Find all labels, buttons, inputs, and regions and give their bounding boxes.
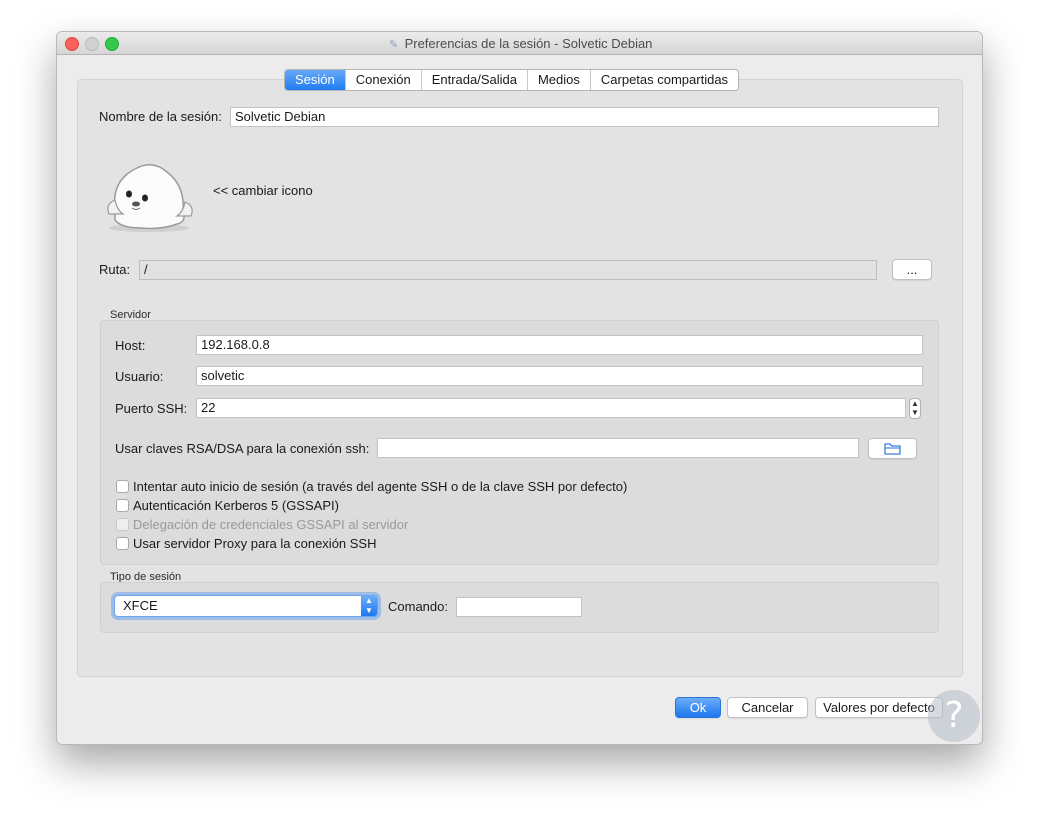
- command-label: Comando:: [388, 599, 448, 614]
- tab-bar: Sesión Conexión Entrada/Salida Medios Ca…: [284, 69, 740, 91]
- seal-avatar-icon[interactable]: [101, 150, 197, 234]
- chevron-updown-icon: ▲ ▼: [361, 596, 377, 616]
- host-label: Host:: [115, 338, 146, 353]
- session-preferences-window: ✎ Preferencias de la sesión - Solvetic De…: [56, 31, 983, 745]
- gssapi-delegation-checkbox: [116, 518, 129, 531]
- title-bar: ✎ Preferencias de la sesión - Solvetic De…: [57, 32, 982, 55]
- tab-carpetas-compartidas[interactable]: Carpetas compartidas: [591, 70, 738, 90]
- gssapi-delegation-label: Delegación de credenciales GSSAPI al ser…: [133, 517, 409, 532]
- session-name-label: Nombre de la sesión:: [99, 109, 222, 124]
- kerberos-label: Autenticación Kerberos 5 (GSSAPI): [133, 498, 339, 513]
- cancel-button[interactable]: Cancelar: [727, 697, 808, 718]
- tab-sesion[interactable]: Sesión: [285, 70, 346, 90]
- auto-login-label: Intentar auto inicio de sesión (a través…: [133, 479, 628, 494]
- ok-button[interactable]: Ok: [675, 697, 721, 718]
- help-icon: ?: [928, 690, 980, 742]
- browse-keys-button[interactable]: [868, 438, 917, 459]
- tab-conexion[interactable]: Conexión: [346, 70, 422, 90]
- user-label: Usuario:: [115, 369, 164, 384]
- rsa-keys-input[interactable]: [377, 438, 859, 458]
- browse-path-button[interactable]: ...: [892, 259, 932, 280]
- proxy-checkbox[interactable]: [116, 537, 129, 550]
- change-icon-link[interactable]: << cambiar icono: [213, 183, 313, 198]
- rsa-keys-label: Usar claves RSA/DSA para la conexión ssh…: [115, 441, 370, 456]
- kerberos-checkbox[interactable]: [116, 499, 129, 512]
- user-input[interactable]: solvetic: [196, 366, 923, 386]
- auto-login-checkbox[interactable]: [116, 480, 129, 493]
- window-title-area: ✎ Preferencias de la sesión - Solvetic De…: [57, 36, 982, 51]
- tab-entrada-salida[interactable]: Entrada/Salida: [422, 70, 528, 90]
- host-input[interactable]: 192.168.0.8: [196, 335, 923, 355]
- ssh-port-input[interactable]: 22: [196, 398, 906, 418]
- proxy-label: Usar servidor Proxy para la conexión SSH: [133, 536, 377, 551]
- path-label: Ruta:: [99, 262, 131, 277]
- tab-medios[interactable]: Medios: [528, 70, 591, 90]
- session-type-select[interactable]: XFCE ▲ ▼: [114, 595, 378, 617]
- ssh-port-label: Puerto SSH:: [115, 401, 188, 416]
- port-stepper[interactable]: ▲ ▼: [909, 398, 921, 419]
- session-type-value: XFCE: [123, 598, 158, 613]
- defaults-button[interactable]: Valores por defecto: [815, 697, 943, 718]
- path-input: /: [139, 260, 877, 280]
- document-icon: ✎: [388, 39, 399, 51]
- folder-icon: [883, 443, 901, 455]
- session-name-input[interactable]: Solvetic Debian: [230, 107, 939, 127]
- window-title: Preferencias de la sesión - Solvetic Deb…: [404, 36, 653, 51]
- command-input[interactable]: [456, 597, 582, 617]
